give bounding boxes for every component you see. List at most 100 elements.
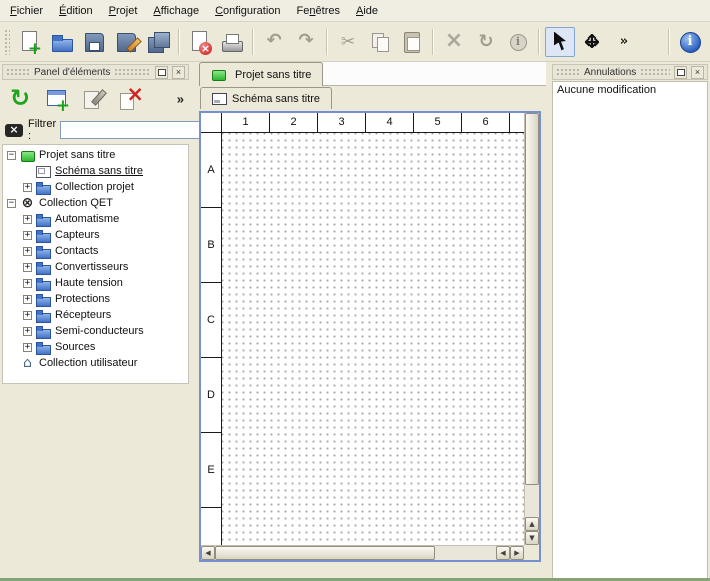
horizontal-scrollbar-thumb[interactable] (215, 546, 435, 560)
menu-configuration[interactable]: Configuration (207, 1, 288, 21)
vertical-scrollbar[interactable]: ▲ ▼ (524, 113, 539, 545)
cut-button[interactable]: ✂ (333, 27, 363, 57)
menu-fenetres[interactable]: Fenêtres (289, 1, 348, 21)
scroll-left-button[interactable]: ◀ (201, 546, 215, 560)
tree-item[interactable]: +Récepteurs (3, 307, 188, 323)
tree-item[interactable]: +Sources (3, 339, 188, 355)
tree-item[interactable]: +Automatisme (3, 211, 188, 227)
vertical-scrollbar-thumb[interactable] (525, 113, 539, 485)
scroll-down-button[interactable]: ▼ (525, 531, 539, 545)
horizontal-scrollbar[interactable]: ◀ ◀ ▶ (201, 545, 524, 560)
selection-properties-button[interactable] (503, 27, 533, 57)
tree-expander[interactable]: + (23, 231, 32, 240)
tree-item-label: Protections (55, 293, 110, 305)
toolbar-separator (252, 29, 254, 55)
select-mode-button[interactable] (545, 27, 575, 57)
rotate-selection-button[interactable]: ↻ (471, 27, 501, 57)
tree-item[interactable]: + Protections (3, 291, 188, 307)
tree-expander[interactable]: + (23, 183, 32, 192)
save-project-as-icon (114, 30, 138, 54)
save-project-button[interactable] (79, 27, 109, 57)
print-button[interactable] (217, 27, 247, 57)
about-qet-button[interactable] (675, 27, 705, 57)
dock-grip[interactable] (114, 68, 151, 76)
close-undo-panel-button[interactable]: × (691, 66, 704, 79)
delete-selection-button[interactable]: × (439, 27, 469, 57)
ruler-corner (201, 113, 222, 133)
save-all-button[interactable] (143, 27, 173, 57)
tree-expander[interactable]: + (23, 327, 32, 336)
tree-item[interactable]: −⊗Collection QET (3, 195, 188, 211)
tree-expander[interactable]: + (23, 279, 32, 288)
elements-panel-titlebar[interactable]: Panel d'éléments × (2, 64, 189, 80)
toolbar-extension-button[interactable]: » (609, 27, 639, 57)
tree-item[interactable]: Schéma sans titre (3, 163, 188, 179)
tree-item[interactable]: −Projet sans titre (3, 147, 188, 163)
filter-input[interactable] (60, 121, 210, 139)
tree-item[interactable]: +Contacts (3, 243, 188, 259)
dock-grip[interactable] (556, 68, 580, 76)
tree-expander[interactable]: − (7, 151, 16, 160)
row-ruler: ABCDE (201, 133, 222, 545)
print-icon (220, 30, 244, 54)
copy-button[interactable] (365, 27, 395, 57)
toolbar-separator (668, 29, 670, 55)
paste-button[interactable] (397, 27, 427, 57)
row-label: A (201, 133, 221, 208)
menu-fichier[interactable]: Fichier (2, 1, 51, 21)
new-element-button[interactable] (41, 83, 73, 115)
toolbar-handle[interactable] (4, 29, 10, 55)
undo-panel-titlebar[interactable]: Annulations × (552, 64, 708, 80)
menu-aide[interactable]: Aide (348, 1, 386, 21)
diagram-canvas[interactable] (222, 133, 524, 545)
save-project-as-button[interactable] (111, 27, 141, 57)
tree-expander[interactable]: + (23, 295, 32, 304)
open-project-button[interactable] (47, 27, 77, 57)
diagram-window: 123456 ABCDE ▲ ▼ ◀ ◀ ▶ (199, 111, 541, 562)
menu-edition[interactable]: Édition (51, 1, 101, 21)
horizontal-scrollbar-track[interactable] (435, 546, 496, 560)
tree-expander[interactable]: + (23, 215, 32, 224)
edit-element-icon (81, 86, 107, 112)
close-panel-button[interactable]: × (172, 66, 185, 79)
tree-expander[interactable]: + (23, 343, 32, 352)
tree-expander[interactable]: + (23, 263, 32, 272)
undo-button[interactable]: ↶ (259, 27, 289, 57)
vertical-scrollbar-track[interactable] (525, 485, 539, 517)
scroll-left-button-2[interactable]: ◀ (496, 546, 510, 560)
tree-expander[interactable]: + (23, 311, 32, 320)
delete-element-button[interactable] (115, 83, 147, 115)
dock-grip[interactable] (640, 68, 670, 76)
tree-item[interactable]: +Haute tension (3, 275, 188, 291)
clear-filter-icon[interactable] (4, 122, 24, 139)
project-tab[interactable]: Projet sans titre (199, 62, 323, 86)
float-undo-panel-button[interactable] (674, 66, 687, 79)
tree-item[interactable]: +Semi-conducteurs (3, 323, 188, 339)
tree-item-label: Collection QET (39, 197, 113, 209)
element-tree[interactable]: −Projet sans titreSchéma sans titre+Coll… (2, 144, 189, 384)
menu-projet[interactable]: Projet (101, 1, 146, 21)
tree-expander[interactable]: + (23, 247, 32, 256)
edit-element-button[interactable] (78, 83, 110, 115)
scroll-mode-button[interactable] (577, 27, 607, 57)
schema-tab[interactable]: Schéma sans titre (200, 87, 332, 109)
close-project-button[interactable] (185, 27, 215, 57)
toolbar-extension-icon: » (612, 30, 636, 54)
tree-expander[interactable]: − (7, 199, 16, 208)
tree-item[interactable]: ⌂Collection utilisateur (3, 355, 188, 371)
scroll-right-button[interactable]: ▶ (510, 546, 524, 560)
scroll-up-button[interactable]: ▲ (525, 517, 539, 531)
redo-button[interactable]: ↷ (291, 27, 321, 57)
undo-list[interactable]: Aucune modification (552, 81, 708, 579)
tree-item[interactable]: +Convertisseurs (3, 259, 188, 275)
about-qet-icon (678, 30, 702, 54)
new-project-button[interactable] (15, 27, 45, 57)
folder-icon (36, 277, 51, 290)
float-panel-button[interactable] (155, 66, 168, 79)
dock-grip[interactable] (6, 68, 30, 76)
panel-toolbar-extension-button[interactable]: » (177, 92, 184, 107)
tree-item[interactable]: +Capteurs (3, 227, 188, 243)
menu-affichage[interactable]: Affichage (145, 1, 207, 21)
reload-collections-button[interactable]: ↻ (4, 83, 36, 115)
tree-item[interactable]: +Collection projet (3, 179, 188, 195)
